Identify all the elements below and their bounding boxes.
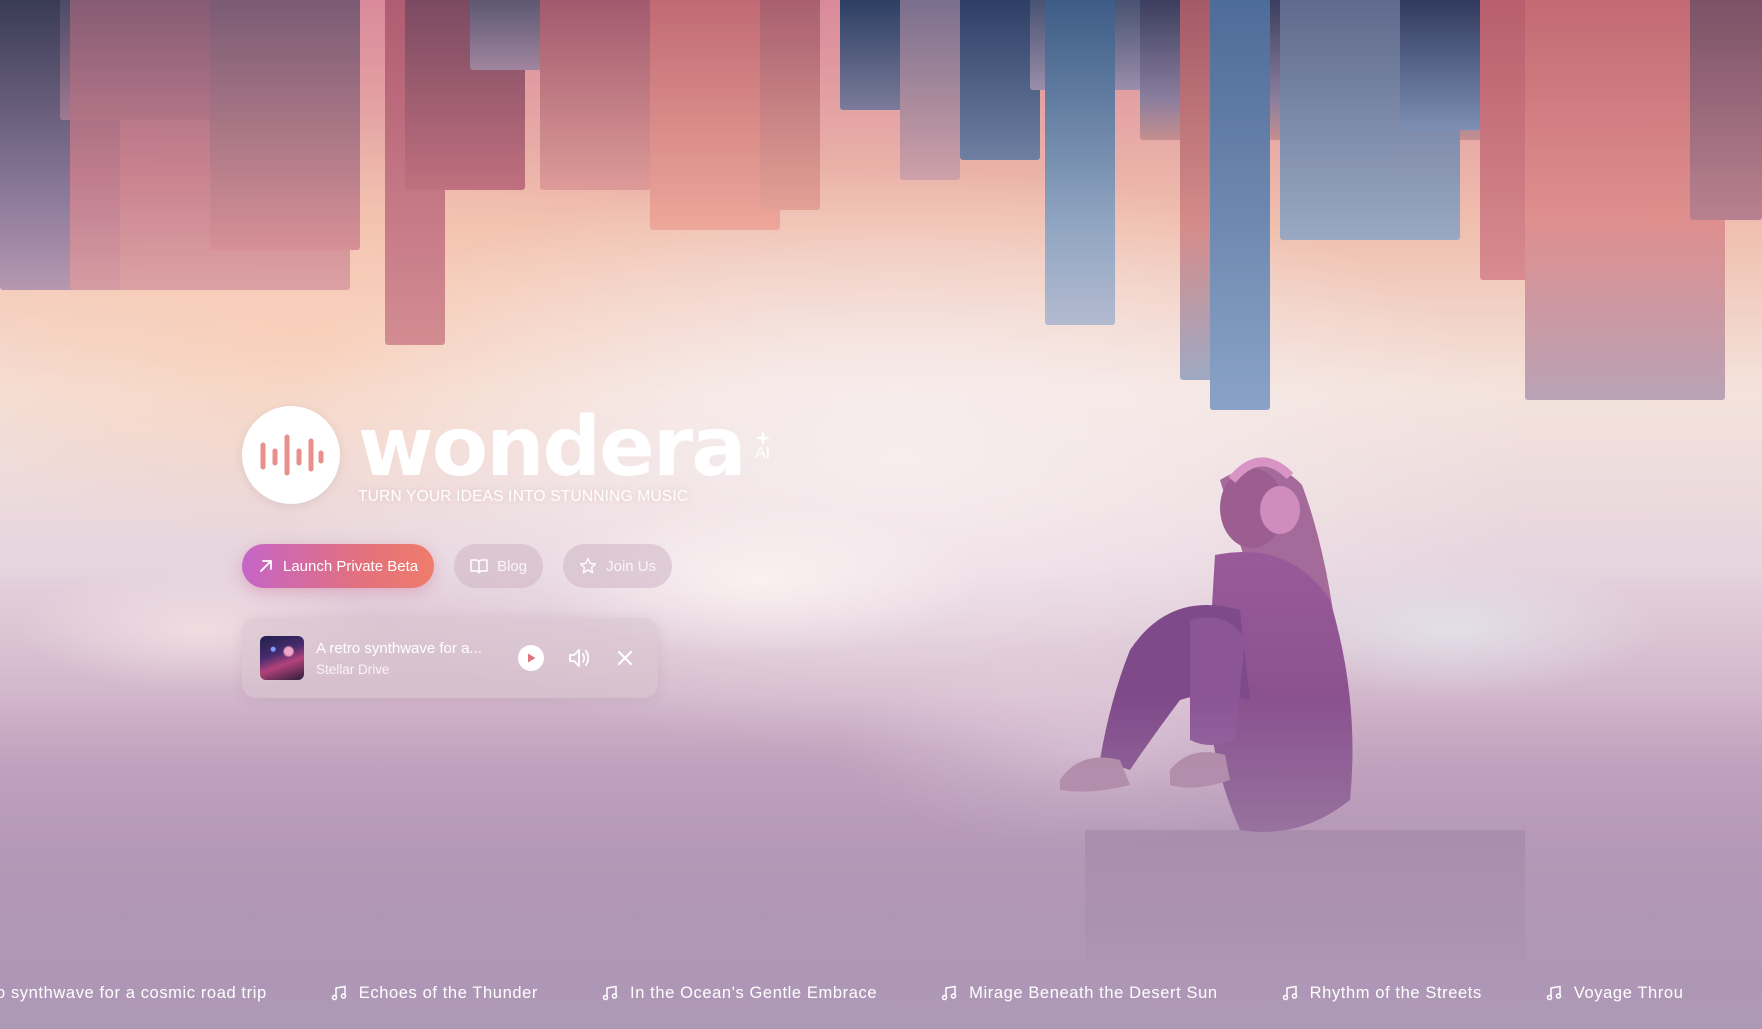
blog-button[interactable]: Blog (454, 544, 544, 588)
join-label: Join Us (606, 557, 657, 575)
play-icon (528, 653, 536, 663)
ticker-item-label: Voyage Throu (1573, 983, 1684, 1002)
arrow-up-right-icon (260, 560, 272, 572)
action-buttons: Launch Private Beta Blog Join Us (242, 544, 673, 588)
track-cover-art (260, 636, 304, 680)
tagline: TURN YOUR IDEAS INTO STUNNING MUSIC (358, 488, 689, 505)
music-note-icon (331, 985, 347, 1001)
waveform-icon (260, 434, 324, 476)
brand-wordmark: wondera (358, 400, 747, 495)
sparkle-icon (754, 430, 771, 446)
ticker-item-label: In the Ocean's Gentle Embrace (630, 983, 878, 1002)
music-note-icon (602, 985, 618, 1001)
star-icon (579, 557, 597, 574)
mini-player: A retro synthwave for a... Stellar Drive (242, 618, 658, 698)
city-building (1045, 0, 1115, 325)
join-us-button[interactable]: Join Us (563, 544, 673, 588)
book-open-icon (470, 559, 488, 574)
ticker-item[interactable]: Voyage Throu (1546, 984, 1684, 1003)
ticker-item[interactable]: In the Ocean's Gentle Embrace (602, 984, 877, 1003)
ai-badge: AI (754, 430, 771, 462)
close-icon[interactable] (616, 649, 634, 667)
background-scene (0, 0, 1762, 1029)
city-building (960, 0, 1040, 160)
player-controls (518, 645, 634, 671)
play-button[interactable] (518, 645, 544, 671)
ticker-item[interactable]: Mirage Beneath the Desert Sun (941, 984, 1218, 1003)
city-building (760, 0, 820, 210)
ticker-item-label: Mirage Beneath the Desert Sun (969, 983, 1218, 1002)
ticker-item-label: Rhythm of the Streets (1309, 983, 1482, 1002)
track-info: A retro synthwave for a... Stellar Drive (316, 640, 506, 677)
launch-private-beta-button[interactable]: Launch Private Beta (242, 544, 435, 588)
ai-label: AI (755, 445, 771, 462)
hero-section: wondera AI TURN YOUR IDEAS INTO STUNNING… (242, 400, 771, 698)
ticker-item[interactable]: o synthwave for a cosmic road trip (0, 984, 267, 1003)
launch-label: Launch Private Beta (283, 557, 419, 575)
track-title: A retro synthwave for a... (316, 639, 482, 657)
city-building (1690, 0, 1762, 220)
music-note-icon (1546, 985, 1562, 1001)
ticker-item[interactable]: Rhythm of the Streets (1282, 984, 1482, 1003)
blog-label: Blog (497, 557, 528, 575)
song-ticker: o synthwave for a cosmic road trip Echoe… (0, 980, 1762, 1006)
city-building (210, 0, 360, 250)
city-building (540, 0, 650, 190)
ticker-item-label: o synthwave for a cosmic road trip (0, 983, 267, 1002)
volume-icon[interactable] (568, 647, 592, 669)
brand-logo[interactable] (242, 406, 340, 504)
track-artist: Stellar Drive (316, 661, 390, 677)
city-building (900, 0, 960, 180)
music-note-icon (1282, 985, 1297, 1001)
ticker-item-label: Echoes of the Thunder (358, 983, 539, 1002)
ticker-item[interactable]: Echoes of the Thunder (331, 984, 538, 1003)
music-note-icon (941, 985, 957, 1001)
